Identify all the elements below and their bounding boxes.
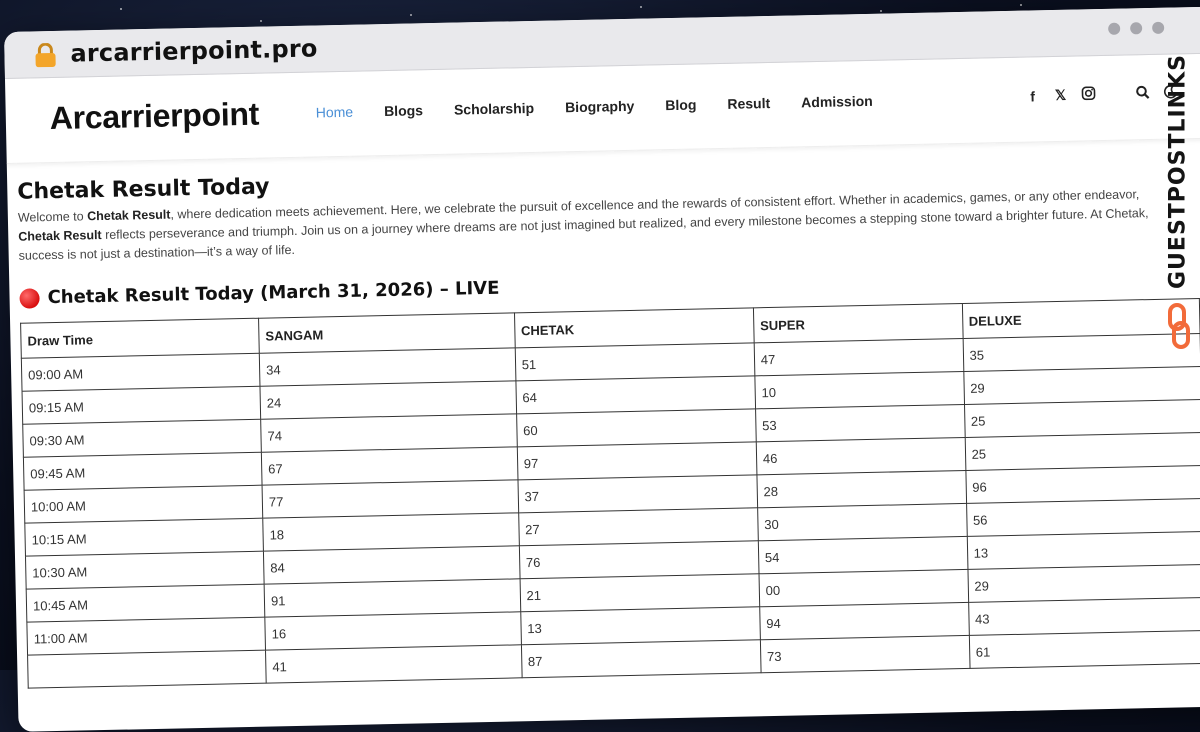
result-cell: 94 [759, 602, 969, 640]
result-cell: 28 [756, 470, 967, 508]
url-text[interactable]: arcarrierpoint.pro [70, 34, 318, 67]
draw-time-cell: 09:15 AM [22, 386, 261, 425]
header-draw-time: Draw Time [20, 318, 260, 359]
header-super: SUPER [753, 303, 963, 343]
result-cell: 21 [519, 573, 760, 612]
result-cell: 64 [515, 375, 756, 414]
result-cell: 10 [754, 371, 965, 409]
nav-biography[interactable]: Biography [565, 98, 635, 115]
site-logo[interactable]: Arcarrierpoint [49, 96, 259, 137]
screenshot-stage: arcarrierpoint.pro Arcarrierpoint Home B… [0, 0, 1200, 732]
live-heading-text: Chetak Result Today (March 31, 2026) – L… [47, 277, 500, 309]
main-nav: Home Blogs Scholarship Biography Blog Re… [316, 93, 873, 121]
result-cell: 61 [968, 630, 1200, 669]
window-dot-icon[interactable] [1152, 21, 1165, 34]
header-sangam: SANGAM [258, 312, 515, 354]
result-cell: 60 [516, 408, 757, 447]
result-cell: 27 [518, 507, 759, 546]
guestpostlinks-watermark: GUESTPOSTLINKS [1162, 54, 1196, 355]
result-cell: 30 [757, 503, 967, 541]
result-cell: 53 [755, 404, 965, 442]
window-dot-icon[interactable] [1130, 22, 1143, 35]
result-cell: 13 [966, 531, 1200, 570]
result-cell: 24 [259, 380, 517, 420]
header-chetak: CHETAK [514, 307, 754, 348]
window-dot-icon[interactable] [1108, 22, 1121, 35]
nav-blogs[interactable]: Blogs [384, 102, 423, 119]
result-cell: 84 [263, 545, 520, 585]
result-cell: 76 [519, 540, 759, 579]
draw-time-cell: 10:30 AM [25, 551, 265, 590]
watermark-text: GUESTPOSTLINKS [1165, 54, 1191, 289]
main-content: Chetak Result Today Welcome to Chetak Re… [7, 138, 1200, 689]
result-cell: 74 [260, 413, 517, 453]
draw-time-cell: 10:00 AM [24, 485, 263, 524]
facebook-icon[interactable]: f [1025, 88, 1039, 104]
nav-scholarship[interactable]: Scholarship [454, 100, 534, 118]
intro-text: Welcome to [17, 209, 88, 225]
nav-admission[interactable]: Admission [801, 93, 873, 110]
nav-result[interactable]: Result [727, 95, 770, 112]
instagram-icon[interactable] [1081, 86, 1096, 103]
draw-time-cell: 09:00 AM [21, 353, 260, 392]
result-cell: 96 [965, 465, 1200, 504]
result-cell: 47 [753, 338, 964, 376]
result-cell: 73 [760, 635, 970, 673]
star [410, 14, 412, 16]
star [880, 10, 882, 12]
result-cell: 97 [516, 441, 757, 480]
result-cell: 16 [264, 611, 522, 651]
chain-link-icon [1168, 303, 1190, 349]
result-cell: 25 [964, 432, 1200, 471]
result-cell: 18 [262, 512, 520, 552]
draw-time-cell: 11:00 AM [26, 617, 266, 656]
result-cell: 46 [756, 437, 966, 475]
result-cell: 91 [264, 578, 521, 618]
star [260, 20, 262, 22]
x-icon[interactable]: 𝕏 [1053, 87, 1067, 104]
result-cell: 56 [966, 498, 1200, 537]
result-cell: 77 [262, 479, 519, 519]
draw-time-cell: 09:30 AM [22, 419, 262, 458]
nav-home[interactable]: Home [316, 104, 354, 121]
lock-icon [35, 42, 56, 68]
draw-time-cell: 09:45 AM [23, 452, 263, 491]
result-cell: 29 [963, 366, 1200, 405]
result-cell: 51 [514, 342, 755, 381]
result-cell: 00 [758, 569, 969, 607]
draw-time-cell: 10:15 AM [24, 518, 264, 557]
result-cell: 41 [265, 644, 522, 684]
star [640, 6, 642, 8]
result-cell: 25 [964, 399, 1200, 438]
result-cell: 54 [758, 536, 968, 574]
intro-bold: Chetak Result [18, 228, 102, 244]
result-cell: 13 [520, 606, 761, 645]
result-cell: 67 [261, 446, 518, 486]
draw-time-cell: 10:45 AM [26, 584, 265, 623]
live-dot-icon [19, 287, 40, 309]
results-table: Draw Time SANGAM CHETAK SUPER DELUXE 09:… [20, 298, 1200, 689]
star [1020, 4, 1022, 6]
draw-time-cell [27, 650, 267, 689]
result-cell: 37 [517, 474, 758, 513]
result-cell: 87 [521, 639, 761, 678]
result-cell: 34 [259, 347, 516, 387]
star [120, 8, 122, 10]
header-icons: f 𝕏 [1025, 84, 1178, 104]
browser-window: arcarrierpoint.pro Arcarrierpoint Home B… [4, 6, 1200, 732]
intro-bold: Chetak Result [86, 207, 171, 224]
result-cell: 29 [967, 564, 1200, 603]
window-controls [1108, 21, 1165, 35]
result-cell: 43 [968, 597, 1200, 636]
nav-blog[interactable]: Blog [665, 97, 696, 114]
search-icon[interactable] [1135, 85, 1150, 102]
